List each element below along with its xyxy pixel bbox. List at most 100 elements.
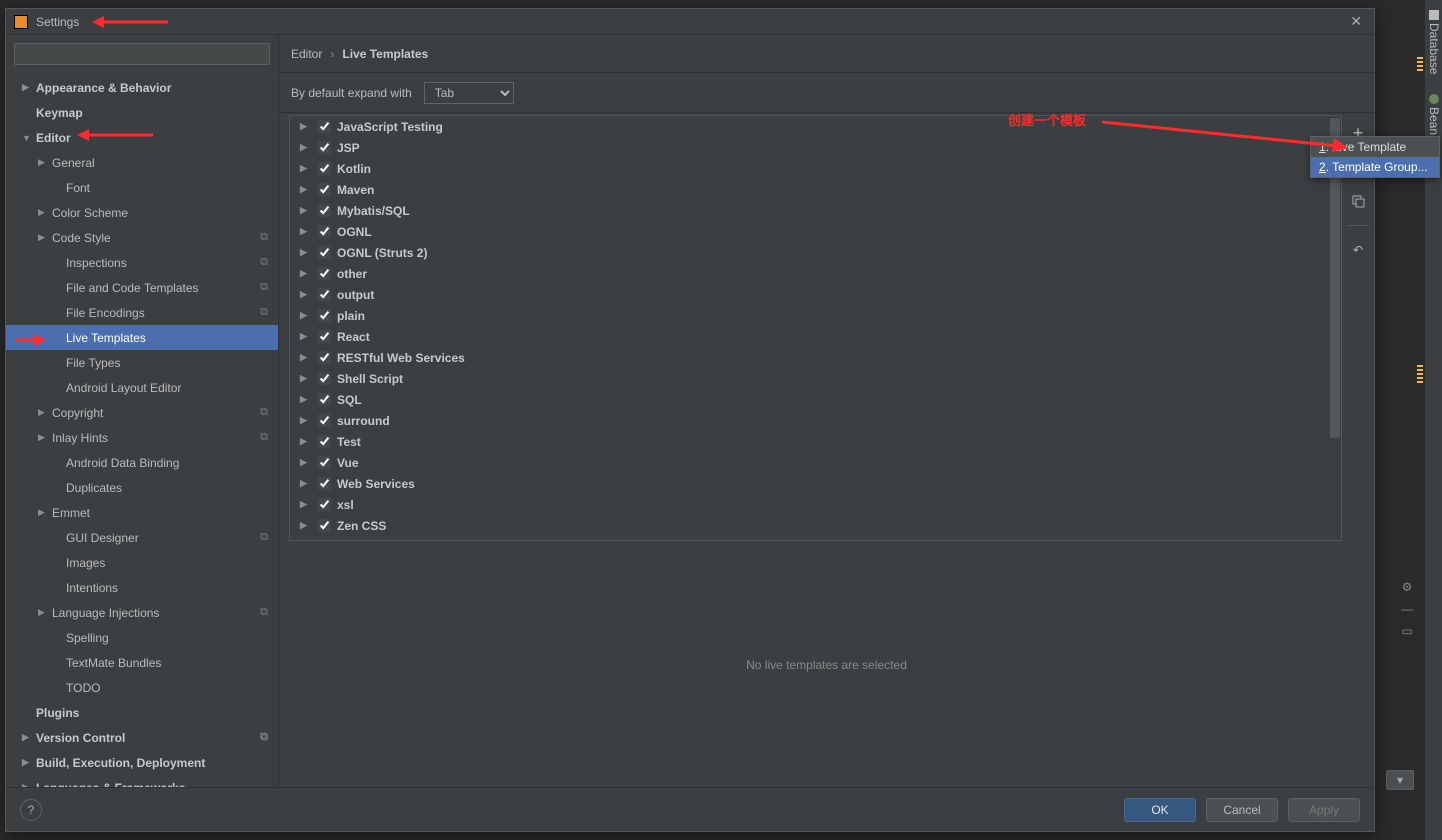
breadcrumb-root[interactable]: Editor bbox=[291, 47, 322, 61]
sidebar-item-keymap[interactable]: Keymap bbox=[6, 100, 278, 125]
tree-arrow-icon[interactable]: ▶ bbox=[300, 121, 312, 132]
sidebar-item-emmet[interactable]: ▶Emmet bbox=[6, 500, 278, 525]
expand-select[interactable]: Tab bbox=[424, 82, 514, 104]
template-group-maven[interactable]: ▶Maven bbox=[290, 179, 1341, 200]
template-group-javascript-testing[interactable]: ▶JavaScript Testing bbox=[290, 116, 1341, 137]
template-group-checkbox[interactable] bbox=[318, 141, 331, 154]
sidebar-item-inlay-hints[interactable]: ▶Inlay Hints⧉ bbox=[6, 425, 278, 450]
tree-arrow-icon[interactable]: ▶ bbox=[300, 394, 312, 405]
template-group-checkbox[interactable] bbox=[318, 477, 331, 490]
template-group-test[interactable]: ▶Test bbox=[290, 431, 1341, 452]
minimize-icon[interactable]: — bbox=[1398, 600, 1416, 618]
template-group-checkbox[interactable] bbox=[318, 498, 331, 511]
template-group-checkbox[interactable] bbox=[318, 519, 331, 532]
sidebar-item-copyright[interactable]: ▶Copyright⧉ bbox=[6, 400, 278, 425]
settings-tree[interactable]: ▶Appearance & BehaviorKeymap▼Editor▶Gene… bbox=[6, 73, 278, 787]
tree-arrow-icon[interactable]: ▶ bbox=[300, 142, 312, 153]
sidebar-item-duplicates[interactable]: Duplicates bbox=[6, 475, 278, 500]
template-group-restful-web-services[interactable]: ▶RESTful Web Services bbox=[290, 347, 1341, 368]
template-group-zen-html[interactable]: ▶Zen HTML bbox=[290, 536, 1341, 541]
tree-arrow-icon[interactable]: ▶ bbox=[300, 247, 312, 258]
template-group-checkbox[interactable] bbox=[318, 225, 331, 238]
settings-search-input[interactable] bbox=[14, 43, 270, 65]
sidebar-item-file-encodings[interactable]: File Encodings⧉ bbox=[6, 300, 278, 325]
tree-arrow-icon[interactable]: ▶ bbox=[300, 331, 312, 342]
template-group-other[interactable]: ▶other bbox=[290, 263, 1341, 284]
template-group-jsp[interactable]: ▶JSP bbox=[290, 137, 1341, 158]
sidebar-item-android-layout-editor[interactable]: Android Layout Editor bbox=[6, 375, 278, 400]
template-group-web-services[interactable]: ▶Web Services bbox=[290, 473, 1341, 494]
help-button[interactable]: ? bbox=[20, 799, 42, 821]
expand-panel-button[interactable]: ▾ bbox=[1386, 770, 1414, 790]
sidebar-item-languages-frameworks[interactable]: ▶Languages & Frameworks bbox=[6, 775, 278, 787]
ok-button[interactable]: OK bbox=[1124, 798, 1196, 822]
template-group-list[interactable]: ▶JavaScript Testing▶JSP▶Kotlin▶Maven▶Myb… bbox=[289, 115, 1342, 541]
sidebar-item-appearance-behavior[interactable]: ▶Appearance & Behavior bbox=[6, 75, 278, 100]
sidebar-item-gui-designer[interactable]: GUI Designer⧉ bbox=[6, 525, 278, 550]
template-group-checkbox[interactable] bbox=[318, 162, 331, 175]
template-group-plain[interactable]: ▶plain bbox=[290, 305, 1341, 326]
sidebar-item-editor[interactable]: ▼Editor bbox=[6, 125, 278, 150]
scrollbar[interactable] bbox=[1330, 117, 1340, 533]
tree-arrow-icon[interactable]: ▶ bbox=[300, 268, 312, 279]
tree-arrow-icon[interactable]: ▶ bbox=[300, 205, 312, 216]
sidebar-item-color-scheme[interactable]: ▶Color Scheme bbox=[6, 200, 278, 225]
layout-icon[interactable]: ▭ bbox=[1398, 622, 1416, 640]
template-group-surround[interactable]: ▶surround bbox=[290, 410, 1341, 431]
template-group-checkbox[interactable] bbox=[318, 414, 331, 427]
sidebar-item-general[interactable]: ▶General bbox=[6, 150, 278, 175]
sidebar-item-language-injections[interactable]: ▶Language Injections⧉ bbox=[6, 600, 278, 625]
cancel-button[interactable]: Cancel bbox=[1206, 798, 1278, 822]
sidebar-item-live-templates[interactable]: Live Templates bbox=[6, 325, 278, 350]
sidebar-item-file-types[interactable]: File Types bbox=[6, 350, 278, 375]
template-group-checkbox[interactable] bbox=[318, 246, 331, 259]
sidebar-item-version-control[interactable]: ▶Version Control⧉ bbox=[6, 725, 278, 750]
close-button[interactable]: ✕ bbox=[1346, 11, 1366, 32]
bean-tool-tab[interactable]: Bean bbox=[1425, 88, 1442, 141]
template-group-mybatis-sql[interactable]: ▶Mybatis/SQL bbox=[290, 200, 1341, 221]
sidebar-item-spelling[interactable]: Spelling bbox=[6, 625, 278, 650]
template-group-sql[interactable]: ▶SQL bbox=[290, 389, 1341, 410]
template-group-checkbox[interactable] bbox=[318, 435, 331, 448]
tree-arrow-icon[interactable]: ▶ bbox=[300, 184, 312, 195]
sidebar-item-build-execution-deployment[interactable]: ▶Build, Execution, Deployment bbox=[6, 750, 278, 775]
duplicate-button[interactable] bbox=[1348, 191, 1368, 211]
template-group-ognl[interactable]: ▶OGNL bbox=[290, 221, 1341, 242]
tree-arrow-icon[interactable]: ▶ bbox=[300, 499, 312, 510]
revert-button[interactable]: ↶ bbox=[1348, 240, 1368, 260]
sidebar-item-textmate-bundles[interactable]: TextMate Bundles bbox=[6, 650, 278, 675]
sidebar-item-file-and-code-templates[interactable]: File and Code Templates⧉ bbox=[6, 275, 278, 300]
template-group-checkbox[interactable] bbox=[318, 267, 331, 280]
template-group-checkbox[interactable] bbox=[318, 183, 331, 196]
sidebar-item-intentions[interactable]: Intentions bbox=[6, 575, 278, 600]
apply-button[interactable]: Apply bbox=[1288, 798, 1360, 822]
template-group-kotlin[interactable]: ▶Kotlin bbox=[290, 158, 1341, 179]
template-group-checkbox[interactable] bbox=[318, 288, 331, 301]
sidebar-item-images[interactable]: Images bbox=[6, 550, 278, 575]
sidebar-item-font[interactable]: Font bbox=[6, 175, 278, 200]
gear-icon[interactable]: ⚙ bbox=[1398, 578, 1416, 596]
sidebar-item-plugins[interactable]: Plugins bbox=[6, 700, 278, 725]
tree-arrow-icon[interactable]: ▶ bbox=[300, 289, 312, 300]
tree-arrow-icon[interactable]: ▶ bbox=[300, 226, 312, 237]
tree-arrow-icon[interactable]: ▶ bbox=[300, 163, 312, 174]
sidebar-item-todo[interactable]: TODO bbox=[6, 675, 278, 700]
template-group-checkbox[interactable] bbox=[318, 330, 331, 343]
tree-arrow-icon[interactable]: ▶ bbox=[300, 310, 312, 321]
template-group-checkbox[interactable] bbox=[318, 309, 331, 322]
template-group-output[interactable]: ▶output bbox=[290, 284, 1341, 305]
tree-arrow-icon[interactable]: ▶ bbox=[300, 457, 312, 468]
popup-live-template[interactable]: 1. Live Template bbox=[1311, 137, 1439, 157]
template-group-ognl-struts-2-[interactable]: ▶OGNL (Struts 2) bbox=[290, 242, 1341, 263]
sidebar-item-inspections[interactable]: Inspections⧉ bbox=[6, 250, 278, 275]
template-group-checkbox[interactable] bbox=[318, 204, 331, 217]
tree-arrow-icon[interactable]: ▶ bbox=[300, 373, 312, 384]
popup-template-group[interactable]: 2. Template Group... bbox=[1311, 157, 1439, 177]
template-group-shell-script[interactable]: ▶Shell Script bbox=[290, 368, 1341, 389]
template-group-checkbox[interactable] bbox=[318, 372, 331, 385]
template-group-vue[interactable]: ▶Vue bbox=[290, 452, 1341, 473]
template-group-checkbox[interactable] bbox=[318, 540, 331, 541]
tree-arrow-icon[interactable]: ▶ bbox=[300, 352, 312, 363]
database-tool-tab[interactable]: Database bbox=[1425, 4, 1442, 80]
template-group-react[interactable]: ▶React bbox=[290, 326, 1341, 347]
